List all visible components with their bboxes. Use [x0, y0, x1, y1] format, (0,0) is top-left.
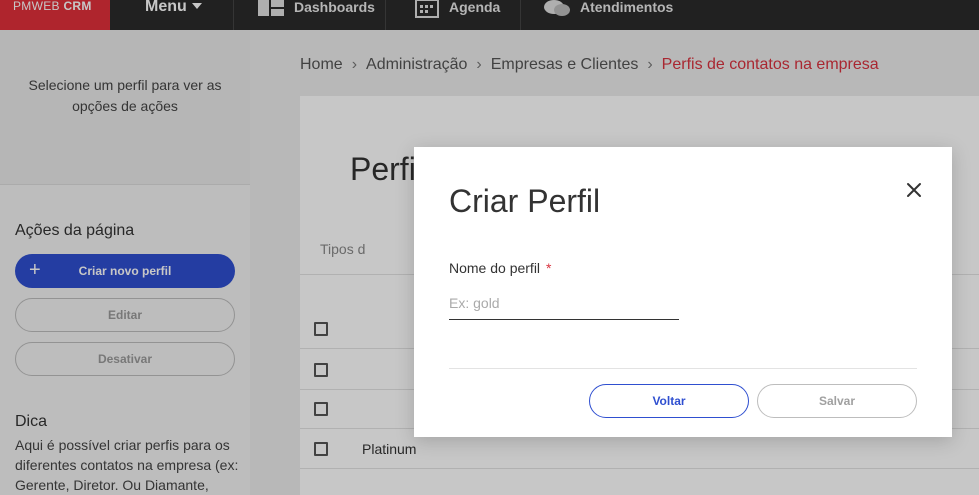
required-mark: *: [546, 260, 552, 276]
close-button[interactable]: [904, 180, 924, 200]
modal-divider: [449, 368, 917, 369]
modal-title: Criar Perfil: [449, 183, 601, 219]
profile-name-input[interactable]: [449, 287, 679, 320]
back-button[interactable]: Voltar: [589, 384, 749, 418]
create-profile-modal: Criar Perfil Nome do perfil* Voltar Salv…: [414, 147, 952, 437]
close-icon: [907, 183, 921, 197]
profile-name-label: Nome do perfil *: [449, 260, 552, 276]
save-button[interactable]: Salvar: [757, 384, 917, 418]
